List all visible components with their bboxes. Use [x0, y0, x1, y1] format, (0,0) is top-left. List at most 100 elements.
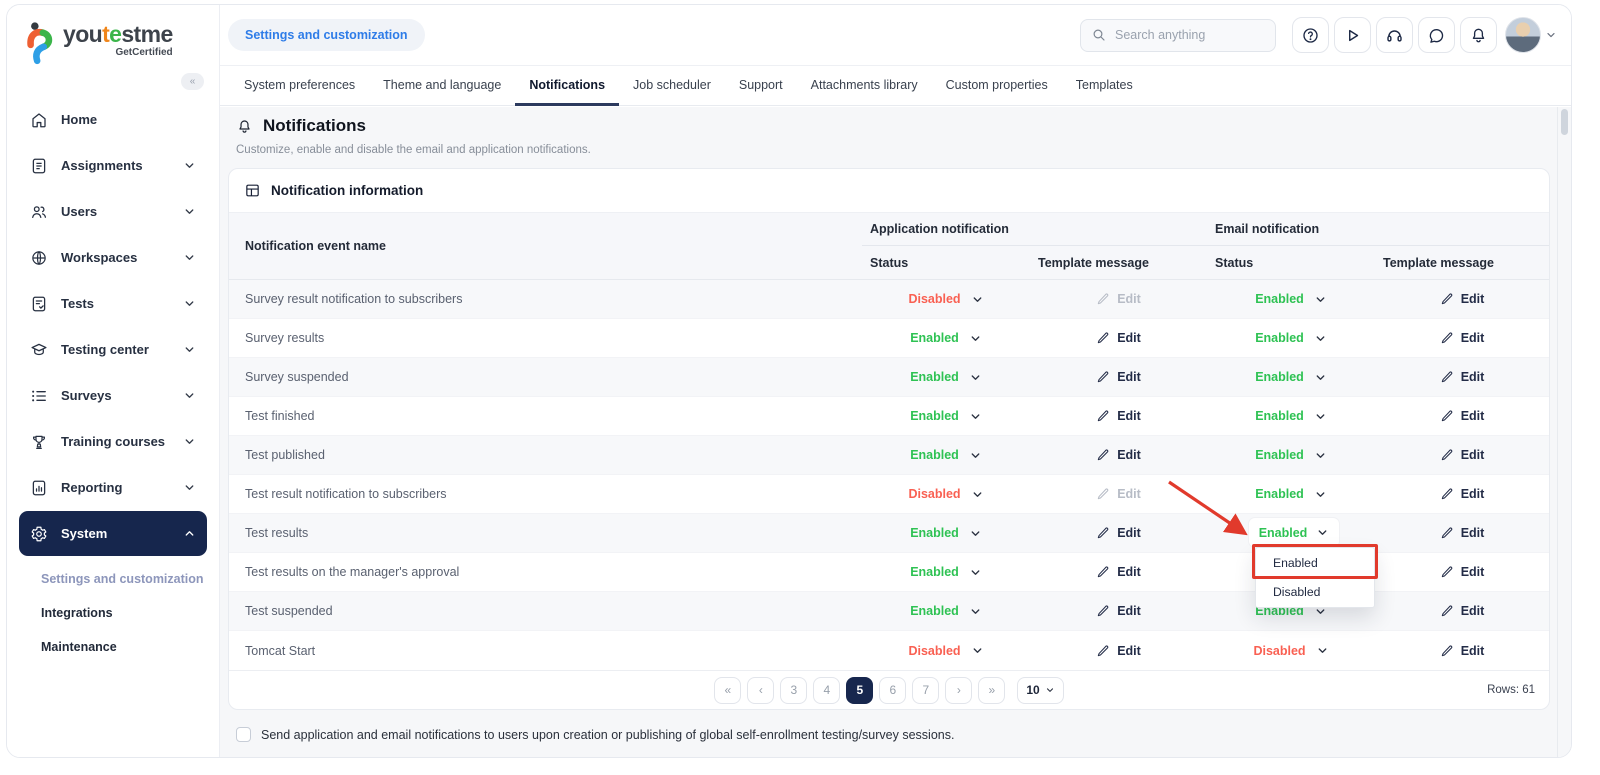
notification-event-name: Test results on the manager's approval — [245, 565, 460, 579]
edit-template-button[interactable]: Edit — [1096, 448, 1141, 462]
sidebar-item-label: System — [61, 526, 108, 541]
tab-templates[interactable]: Templates — [1062, 66, 1147, 106]
sidebar-subitem-maintenance[interactable]: Maintenance — [19, 630, 207, 664]
tab-job-scheduler[interactable]: Job scheduler — [619, 66, 725, 106]
chevron-down-icon — [969, 410, 982, 423]
play-button[interactable] — [1334, 17, 1371, 53]
sidebar-item-users[interactable]: Users — [19, 189, 207, 234]
edit-template-button[interactable]: Edit — [1096, 604, 1141, 618]
edit-template-button[interactable]: Edit — [1440, 331, 1484, 345]
tab-attachments-library[interactable]: Attachments library — [797, 66, 932, 106]
sidebar-item-testing-center[interactable]: Testing center — [19, 327, 207, 372]
chat-button[interactable] — [1418, 17, 1455, 53]
col-email-status: Status — [1215, 255, 1254, 270]
app-status-dropdown[interactable]: Enabled — [862, 565, 1030, 579]
app-status-dropdown[interactable]: Enabled — [862, 370, 1030, 384]
sidebar-item-label: Training courses — [61, 434, 166, 449]
sidebar-item-reporting[interactable]: Reporting — [19, 465, 207, 510]
tab-support[interactable]: Support — [725, 66, 797, 106]
chevron-down-icon — [969, 605, 982, 618]
edit-template-button[interactable]: Edit — [1096, 526, 1141, 540]
sidebar-item-surveys[interactable]: Surveys — [19, 373, 207, 418]
notification-event-name: Test finished — [245, 409, 315, 423]
send-notifications-checkbox[interactable] — [236, 727, 251, 742]
app-status-dropdown[interactable]: Disabled — [862, 487, 1030, 501]
pagination-page-7[interactable]: 7 — [912, 676, 940, 704]
edit-template-button[interactable]: Edit — [1440, 370, 1484, 384]
sidebar-subitem-settings-and-customization[interactable]: Settings and customization — [19, 562, 207, 596]
tab-notifications[interactable]: Notifications — [515, 66, 620, 106]
edit-template-button[interactable]: Edit — [1440, 487, 1484, 501]
tab-custom-properties[interactable]: Custom properties — [932, 66, 1062, 106]
status-value: Enabled — [1255, 292, 1304, 306]
edit-template-button[interactable]: Edit — [1096, 331, 1141, 345]
status-value: Enabled — [1258, 525, 1308, 540]
edit-template-button[interactable]: Edit — [1440, 448, 1484, 462]
app-status-dropdown[interactable]: Enabled — [862, 604, 1030, 618]
dropdown-option-disabled[interactable]: Disabled — [1256, 578, 1374, 608]
col-group-email: Email notification — [1207, 213, 1549, 246]
bell-button[interactable] — [1460, 17, 1497, 53]
sidebar-item-home[interactable]: Home — [19, 97, 207, 142]
app-status-dropdown[interactable]: Enabled — [862, 448, 1030, 462]
edit-template-button[interactable]: Edit — [1440, 565, 1484, 579]
edit-template-button[interactable]: Edit — [1096, 565, 1141, 579]
sidebar-item-training-courses[interactable]: Training courses — [19, 419, 207, 464]
chevron-down-icon — [183, 435, 196, 448]
dropdown-option-enabled[interactable]: Enabled — [1256, 548, 1374, 578]
email-status-dropdown[interactable]: Enabled — [1207, 331, 1375, 345]
email-status-dropdown[interactable]: Enabled — [1207, 448, 1375, 462]
bell-icon — [1469, 26, 1488, 45]
edit-template-button[interactable]: Edit — [1440, 604, 1484, 618]
app-status-dropdown[interactable]: Enabled — [862, 331, 1030, 345]
user-menu[interactable] — [1505, 17, 1557, 53]
app-status-dropdown[interactable]: Disabled — [862, 644, 1030, 658]
headset-button[interactable] — [1376, 17, 1413, 53]
breadcrumb[interactable]: Settings and customization — [228, 19, 425, 51]
edit-template-button[interactable]: Edit — [1096, 370, 1141, 384]
app-status-dropdown[interactable]: Enabled — [862, 526, 1030, 540]
page-size-select[interactable]: 10 — [1017, 676, 1064, 704]
pagination-last-button[interactable]: » — [978, 676, 1006, 704]
email-status-dropdown[interactable]: Enabled — [1207, 370, 1375, 384]
sidebar-subitem-integrations[interactable]: Integrations — [19, 596, 207, 630]
edit-template-button[interactable]: Edit — [1440, 526, 1484, 540]
sidebar-item-assignments[interactable]: Assignments — [19, 143, 207, 188]
pagination-page-6[interactable]: 6 — [879, 676, 907, 704]
sidebar-item-workspaces[interactable]: Workspaces — [19, 235, 207, 280]
app-status-dropdown[interactable]: Enabled — [862, 409, 1030, 423]
pagination-next-button[interactable]: › — [945, 676, 973, 704]
email-status-dropdown[interactable]: Enabled — [1207, 292, 1375, 306]
sidebar-item-tests[interactable]: Tests — [19, 281, 207, 326]
search-input[interactable] — [1080, 18, 1276, 52]
pagination-page-4[interactable]: 4 — [813, 676, 841, 704]
status-value: Disabled — [908, 487, 961, 501]
email-status-dropdown[interactable]: Enabled — [1207, 487, 1375, 501]
scrollbar-thumb[interactable] — [1561, 109, 1568, 135]
help-button[interactable] — [1292, 17, 1329, 53]
edit-template-button[interactable]: Edit — [1440, 644, 1484, 658]
status-dropdown-panel: Enabled Disabled — [1255, 547, 1375, 608]
avatar[interactable] — [1505, 17, 1541, 53]
app-status-dropdown[interactable]: Disabled — [862, 292, 1030, 306]
brand-tagline: GetCertified — [115, 47, 173, 58]
sidebar-item-label: Testing center — [61, 342, 149, 357]
notification-event-name: Test results — [245, 526, 309, 540]
edit-template-button[interactable]: Edit — [1440, 292, 1484, 306]
pagination-page-3[interactable]: 3 — [780, 676, 808, 704]
edit-template-button[interactable]: Edit — [1440, 409, 1484, 423]
pagination-prev-button[interactable]: ‹ — [747, 676, 775, 704]
pagination-first-button[interactable]: « — [714, 676, 742, 704]
sidebar-sub-list: Settings and customization Integrations Ma… — [19, 562, 207, 664]
pencil-icon — [1440, 292, 1454, 306]
edit-template-button[interactable]: Edit — [1096, 644, 1141, 658]
email-status-dropdown[interactable]: Disabled — [1207, 644, 1375, 658]
sidebar-collapse-button[interactable]: « — [181, 73, 204, 90]
pagination-page-5[interactable]: 5 — [846, 676, 874, 704]
edit-template-button[interactable]: Edit — [1096, 409, 1141, 423]
tab-system-preferences[interactable]: System preferences — [230, 66, 369, 106]
sidebar-item-system[interactable]: System — [19, 511, 207, 556]
email-status-dropdown[interactable]: Enabled — [1207, 409, 1375, 423]
email-status-dropdown-open[interactable]: Enabled — [1249, 518, 1339, 547]
tab-theme-and-language[interactable]: Theme and language — [369, 66, 515, 106]
